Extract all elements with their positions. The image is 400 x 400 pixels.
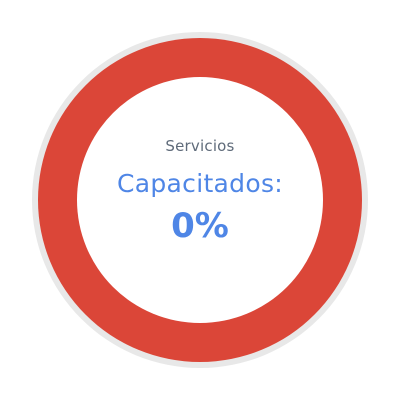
percentage-value: 0% bbox=[171, 206, 229, 246]
center-labels: Servicios Capacitados: 0% bbox=[0, 0, 400, 400]
donut-progress-widget: Servicios Capacitados: 0% bbox=[0, 0, 400, 400]
widget-subtitle: Capacitados: bbox=[117, 169, 283, 198]
widget-title: Servicios bbox=[165, 137, 235, 155]
